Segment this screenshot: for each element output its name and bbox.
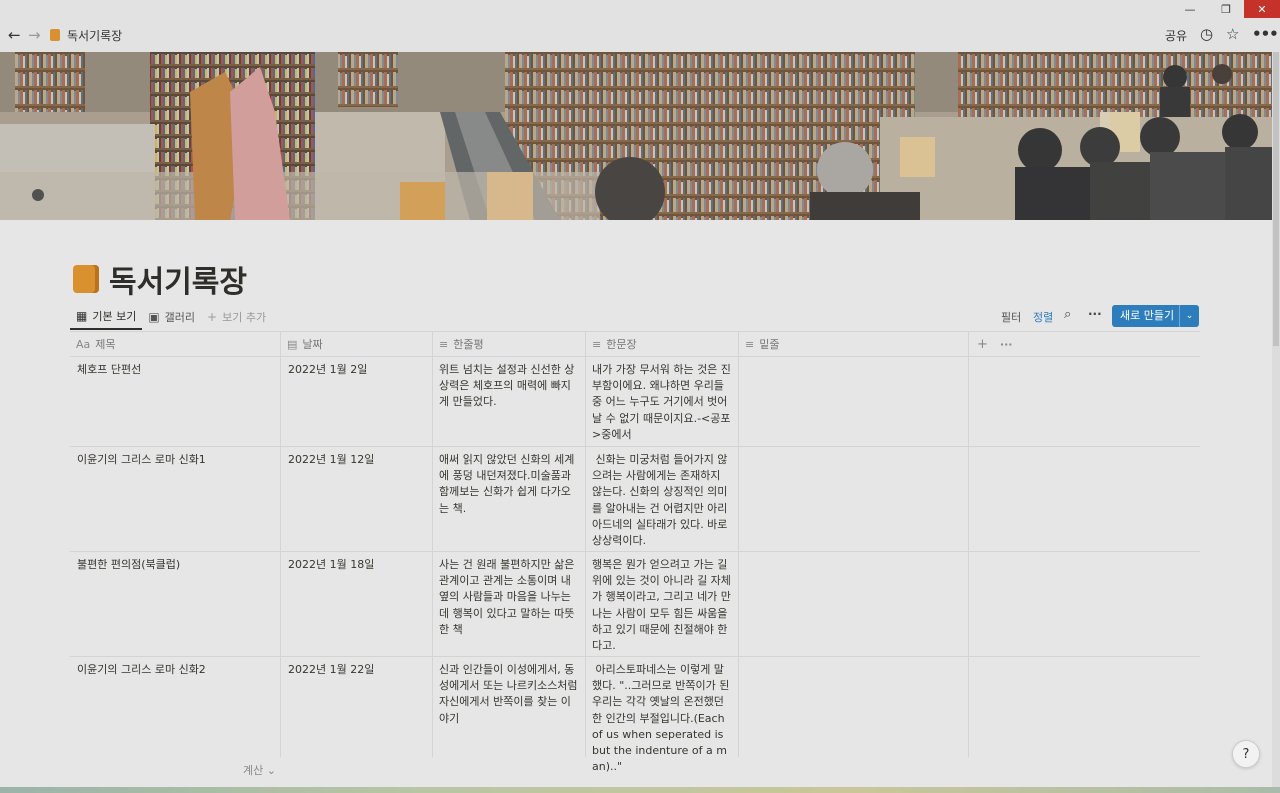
cell-review[interactable]: 위트 넘치는 설정과 신선한 상상력은 체호프의 매력에 빠지게 만들었다. (433, 357, 586, 446)
cell-title[interactable]: 이윤기의 그리스 로마 신화1 (70, 447, 281, 551)
text-lines-icon: ≡ (439, 337, 449, 351)
taskbar-edge (0, 787, 1280, 793)
cell-underline[interactable] (739, 357, 969, 446)
restore-button[interactable]: ❐ (1208, 0, 1244, 18)
cover-image (0, 52, 1272, 220)
cell-review[interactable]: 사는 건 원래 불편하지만 삶은 관계이고 관계는 소통이며 내 옆의 사람들과… (433, 552, 586, 656)
back-arrow-icon[interactable]: ← (8, 26, 21, 44)
page-content: 독서기록장 ▦ 기본 보기 ▣ 갤러리 + 보기 추가 필터 정렬 ⌕ ··· … (0, 220, 1272, 793)
cell-empty (969, 657, 1200, 757)
share-button[interactable]: 공유 (1165, 27, 1187, 44)
window-titlebar: — ❐ ✕ (0, 0, 1280, 18)
column-label: 날짜 (302, 338, 323, 351)
cell-date[interactable]: 2022년 1월 18일 (281, 552, 433, 656)
view-tabs: ▦ 기본 보기 ▣ 갤러리 + 보기 추가 (70, 304, 272, 330)
cell-empty (969, 552, 1200, 656)
close-button[interactable]: ✕ (1244, 0, 1280, 18)
cell-title[interactable]: 체호프 단편선 (70, 357, 281, 446)
column-label: 제목 (95, 338, 116, 351)
column-header-title[interactable]: Aa 제목 (70, 332, 281, 356)
add-column-icon[interactable]: + (977, 337, 988, 352)
cell-empty (969, 447, 1200, 551)
cell-empty (969, 357, 1200, 446)
tab-label: 기본 보기 (92, 310, 137, 323)
cell-review[interactable]: 신과 인간들이 이성에게서, 동성에게서 또는 나르키소스처럼 자신에게서 반쪽… (433, 657, 586, 757)
column-label: 밑줄 (759, 338, 780, 351)
filter-button[interactable]: 필터 (1001, 309, 1021, 331)
sort-button[interactable]: 정렬 (1033, 309, 1053, 331)
cell-sentence[interactable]: 아리스토파네스는 이렇게 말했다. "..그러므로 반쪽이가 된 우리는 각각 … (586, 657, 739, 773)
new-button[interactable]: 새로 만들기 ⌄ (1112, 305, 1199, 327)
page-title[interactable]: 독서기록장 (109, 257, 247, 301)
more-options-icon[interactable]: ••• (1252, 25, 1279, 43)
add-view-label: 보기 추가 (222, 311, 267, 324)
cell-review[interactable]: 애써 읽지 않았던 신화의 세계에 풍덩 내던져졌다.미술품과 함께보는 신화가… (433, 447, 586, 551)
help-button[interactable]: ? (1232, 740, 1260, 768)
plus-icon: + (207, 310, 218, 324)
star-icon[interactable]: ☆ (1226, 25, 1239, 43)
text-type-icon: Aa (76, 337, 91, 351)
breadcrumb[interactable]: 독서기록장 (67, 27, 122, 44)
tab-default-view[interactable]: ▦ 기본 보기 (70, 304, 143, 330)
table-icon: ▦ (76, 309, 88, 323)
cell-date[interactable]: 2022년 1월 12일 (281, 447, 433, 551)
book-icon[interactable] (73, 265, 99, 293)
calculate-button[interactable]: 계산 ⌄ (243, 762, 276, 778)
cell-date[interactable]: 2022년 1월 22일 (281, 657, 433, 757)
more-options-icon[interactable]: ··· (1088, 307, 1102, 329)
calendar-icon: ▤ (287, 337, 298, 351)
database-table: Aa 제목 ▤ 날짜 ≡ 한줄평 ≡ 한문장 ≡ 밑줄 + ··· 체호프 단편선 202… (70, 331, 1200, 773)
cell-title[interactable]: 불편한 편의점(북클럽) (70, 552, 281, 656)
cell-date[interactable]: 2022년 1월 2일 (281, 357, 433, 446)
table-row[interactable]: 이윤기의 그리스 로마 신화1 2022년 1월 12일 애써 읽지 않았던 신… (70, 447, 1200, 552)
forward-arrow-icon[interactable]: → (28, 26, 41, 44)
minimize-button[interactable]: — (1172, 0, 1208, 18)
app-topbar: ← → 독서기록장 공유 ◷ ☆ ••• (0, 18, 1280, 52)
column-header-underline[interactable]: ≡ 밑줄 (739, 332, 969, 356)
scrollbar[interactable] (1272, 52, 1280, 793)
cell-title[interactable]: 이윤기의 그리스 로마 신화2 (70, 657, 281, 757)
cell-underline[interactable] (739, 447, 969, 551)
add-view-button[interactable]: + 보기 추가 (201, 304, 272, 330)
clock-icon[interactable]: ◷ (1200, 25, 1213, 43)
column-more-icon[interactable]: ··· (1000, 338, 1013, 351)
table-row[interactable]: 체호프 단편선 2022년 1월 2일 위트 넘치는 설정과 신선한 상상력은 … (70, 357, 1200, 447)
chevron-down-icon[interactable]: ⌄ (1180, 311, 1199, 321)
scrollbar-thumb[interactable] (1273, 52, 1279, 346)
cell-underline[interactable] (739, 552, 969, 656)
book-icon (50, 29, 60, 41)
column-header-add: + ··· (969, 332, 1200, 356)
table-row[interactable]: 불편한 편의점(북클럽) 2022년 1월 18일 사는 건 원래 불편하지만 … (70, 552, 1200, 657)
column-label: 한문장 (606, 338, 637, 351)
cell-underline[interactable] (739, 657, 969, 757)
table-row[interactable]: 이윤기의 그리스 로마 신화2 2022년 1월 22일 신과 인간들이 이성에… (70, 657, 1200, 773)
column-header-date[interactable]: ▤ 날짜 (281, 332, 433, 356)
gallery-icon: ▣ (148, 310, 160, 324)
column-label: 한줄평 (453, 338, 484, 351)
search-icon[interactable]: ⌕ (1064, 307, 1071, 329)
text-lines-icon: ≡ (745, 337, 755, 351)
cell-sentence[interactable]: 내가 가장 무서워 하는 것은 진부함이에요. 왜냐하면 우리들 중 어느 누구… (586, 357, 739, 446)
page-header: 독서기록장 (73, 257, 247, 301)
column-header-sentence[interactable]: ≡ 한문장 (586, 332, 739, 356)
tab-label: 갤러리 (164, 311, 196, 324)
cell-sentence[interactable]: 행복은 뭔가 얻으려고 가는 길 위에 있는 것이 아니라 길 자체가 행복이라… (586, 552, 739, 656)
cell-sentence[interactable]: 신화는 미궁처럼 들어가지 않으려는 사람에게는 존재하지 않는다. 신화의 상… (586, 447, 739, 551)
text-lines-icon: ≡ (592, 337, 602, 351)
column-header-review[interactable]: ≡ 한줄평 (433, 332, 586, 356)
new-button-label[interactable]: 새로 만들기 (1112, 305, 1180, 327)
tab-gallery[interactable]: ▣ 갤러리 (142, 304, 201, 330)
table-header: Aa 제목 ▤ 날짜 ≡ 한줄평 ≡ 한문장 ≡ 밑줄 + ··· (70, 331, 1200, 357)
